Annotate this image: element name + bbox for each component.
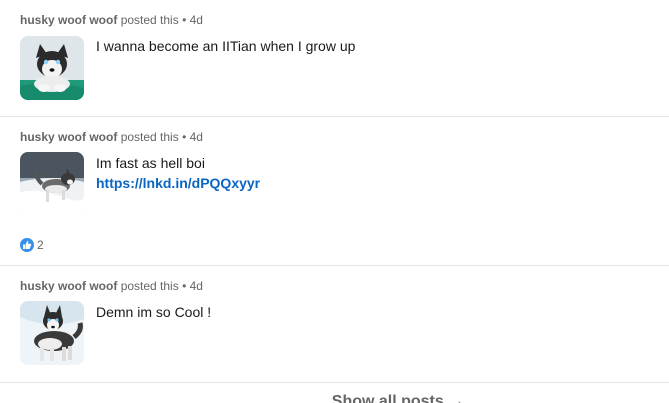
- post-action: posted this: [120, 130, 179, 144]
- post-text: I wanna become an IITian when I grow up: [96, 36, 355, 56]
- reactions-summary[interactable]: 2: [20, 237, 44, 253]
- post-body: Im fast as hell boi: [96, 155, 205, 171]
- post-meta: husky woof woof posted this • 4d: [20, 279, 203, 293]
- post-age: 4d: [189, 13, 203, 27]
- husky-puppy-photo-icon: [20, 36, 84, 100]
- post-author[interactable]: husky woof woof: [20, 279, 117, 293]
- post-thumbnail[interactable]: [20, 36, 84, 100]
- post-text: Demn im so Cool !: [96, 302, 211, 322]
- post-text: Im fast as hell boi https://lnkd.in/dPQQ…: [96, 153, 260, 193]
- divider: [0, 382, 669, 383]
- activity-feed: husky woof woof posted this • 4d I wanna…: [0, 0, 669, 403]
- post-separator: •: [182, 13, 187, 27]
- show-all-label: Show all posts: [331, 393, 444, 403]
- arrow-right-icon: →: [448, 393, 465, 403]
- post-age: 4d: [189, 279, 203, 293]
- husky-standing-photo-icon: [20, 301, 84, 365]
- post-item[interactable]: husky woof woof posted this • 4d: [0, 0, 669, 116]
- reaction-count: 2: [37, 238, 44, 252]
- post-separator: •: [182, 279, 187, 293]
- post-meta: husky woof woof posted this • 4d: [20, 130, 203, 144]
- post-link[interactable]: https://lnkd.in/dPQQxyyr: [96, 173, 260, 193]
- post-meta: husky woof woof posted this • 4d: [20, 13, 203, 27]
- post-item[interactable]: husky woof woof posted this • 4d: [0, 266, 669, 382]
- post-item[interactable]: husky woof woof posted this • 4d Im fast…: [0, 117, 669, 265]
- post-separator: •: [182, 130, 187, 144]
- post-action: posted this: [120, 13, 179, 27]
- post-thumbnail[interactable]: [20, 152, 84, 216]
- post-action: posted this: [120, 279, 179, 293]
- show-all-posts-button[interactable]: Show all posts →: [0, 393, 669, 403]
- post-author[interactable]: husky woof woof: [20, 130, 117, 144]
- post-body: I wanna become an IITian when I grow up: [96, 38, 356, 54]
- post-author[interactable]: husky woof woof: [20, 13, 117, 27]
- like-icon: [20, 238, 34, 252]
- husky-running-snow-photo-icon: [20, 152, 84, 216]
- post-age: 4d: [189, 130, 203, 144]
- post-body: Demn im so Cool !: [96, 304, 212, 320]
- post-thumbnail[interactable]: [20, 301, 84, 365]
